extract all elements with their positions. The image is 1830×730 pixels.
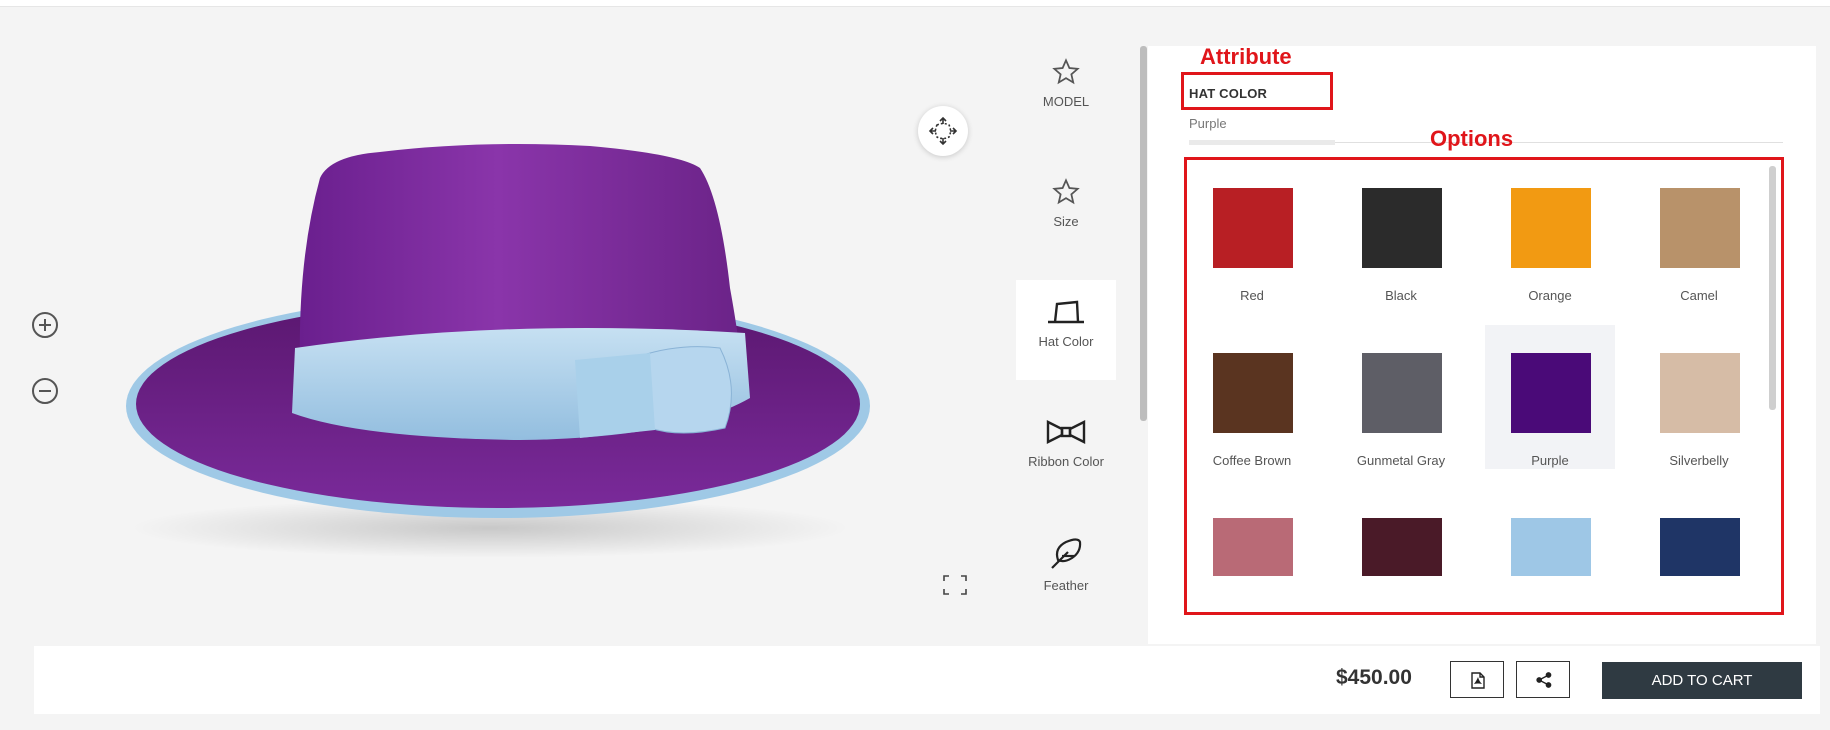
swatch-light-blue[interactable]	[1485, 490, 1615, 576]
swatch-label: Gunmetal Gray	[1356, 453, 1446, 468]
nav-item-ribbon-color[interactable]: Ribbon Color	[1016, 400, 1116, 500]
nav-label-ribbon-color: Ribbon Color	[1028, 454, 1104, 469]
zoom-out-icon[interactable]	[32, 378, 58, 404]
download-pdf-button[interactable]	[1450, 661, 1504, 698]
nav-item-size[interactable]: Size	[1016, 160, 1116, 260]
swatch-color	[1213, 188, 1293, 268]
swatch-camel[interactable]: Camel	[1634, 160, 1764, 304]
swatch-label: Red	[1240, 288, 1264, 303]
swatch-navy[interactable]	[1634, 490, 1764, 576]
star-icon	[1052, 58, 1080, 85]
swatch-color	[1511, 188, 1591, 268]
hat-icon	[1048, 300, 1084, 324]
swatch-label: Coffee Brown	[1212, 453, 1292, 468]
zoom-in-icon[interactable]	[32, 312, 58, 338]
swatch-silverbelly[interactable]: Silverbelly	[1634, 325, 1764, 469]
nav-label-hat-color: Hat Color	[1038, 334, 1094, 349]
swatch-label: Black	[1385, 288, 1417, 303]
share-button[interactable]	[1516, 661, 1570, 698]
swatch-label: Silverbelly	[1669, 453, 1729, 468]
annotation-attribute: Attribute	[1200, 44, 1292, 69]
hat-3d-viewer[interactable]	[0, 10, 1000, 640]
swatch-label: Orange	[1528, 288, 1572, 303]
options-scrollbar[interactable]	[1769, 166, 1776, 410]
attribute-value: Purple	[1189, 116, 1227, 131]
options-viewport: Red Black Orange Camel Coffee Brown Gunm…	[1187, 160, 1767, 576]
swatch-color	[1660, 518, 1740, 576]
attribute-tab-indicator	[1189, 140, 1335, 145]
swatch-dusty-rose[interactable]	[1187, 490, 1317, 576]
nav-item-hat-color[interactable]: Hat Color	[1016, 280, 1116, 380]
swatch-orange[interactable]: Orange	[1485, 160, 1615, 304]
nav-item-model[interactable]: MODEL	[1016, 40, 1116, 140]
swatch-color	[1660, 188, 1740, 268]
swatch-color	[1362, 353, 1442, 433]
swatch-color	[1511, 518, 1591, 576]
pdf-icon	[1471, 672, 1485, 689]
nav-label-model: MODEL	[1042, 94, 1090, 109]
fullscreen-icon[interactable]	[942, 574, 968, 596]
swatch-color	[1213, 518, 1293, 576]
swatch-color	[1511, 353, 1591, 433]
nav-label-feather: Feather	[1043, 578, 1089, 593]
swatch-label: Purple	[1531, 453, 1569, 468]
nav-label-size: Size	[1053, 214, 1079, 229]
swatch-color	[1362, 518, 1442, 576]
feather-icon	[1051, 538, 1082, 569]
top-divider	[0, 0, 1830, 7]
attribute-nav: MODEL Size Hat Color Ribbon Color Feathe…	[1016, 40, 1116, 640]
share-icon	[1536, 672, 1552, 688]
attribute-name: HAT COLOR	[1189, 86, 1268, 101]
nav-item-feather[interactable]: Feather	[1016, 520, 1116, 620]
price-label: $450.00	[1336, 666, 1412, 689]
swatch-color	[1213, 353, 1293, 433]
swatch-coffee-brown[interactable]: Coffee Brown	[1187, 325, 1317, 469]
panel-scrollbar[interactable]	[1140, 46, 1147, 421]
swatch-color	[1660, 353, 1740, 433]
add-to-cart-button[interactable]: ADD TO CART	[1602, 662, 1802, 699]
annotation-options: Options	[1430, 126, 1514, 151]
bow-tie-icon	[1046, 420, 1086, 444]
swatch-color	[1362, 188, 1442, 268]
swatch-label: Camel	[1680, 288, 1718, 303]
swatch-gunmetal-gray[interactable]: Gunmetal Gray	[1336, 325, 1466, 469]
swatch-burgundy[interactable]	[1336, 490, 1466, 576]
swatch-red[interactable]: Red	[1187, 160, 1317, 304]
star-icon	[1052, 178, 1080, 205]
swatch-purple[interactable]: Purple	[1485, 325, 1615, 469]
hat-3d-model[interactable]	[120, 138, 880, 558]
rotate-3d-icon[interactable]	[918, 106, 968, 156]
swatch-black[interactable]: Black	[1336, 160, 1466, 304]
